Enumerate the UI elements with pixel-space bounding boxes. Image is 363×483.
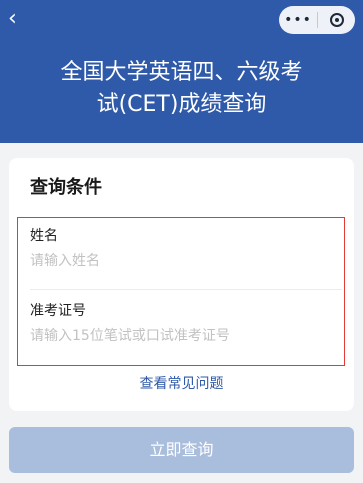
mini-program-capsule: ••• [279,6,355,34]
page-title: 全国大学英语四、六级考 试(CET)成绩查询 [0,57,363,121]
faq-link[interactable]: 查看常见问题 [9,374,354,394]
target-dot [334,18,339,22]
target-circle-icon[interactable] [318,6,355,34]
header-bar: ‹ ••• 全国大学英语四、六级考 试(CET)成绩查询 [0,0,363,143]
query-submit-button[interactable]: 立即查询 [9,427,354,473]
exam-number-label: 准考证号 [30,303,86,319]
exam-number-input[interactable] [30,325,330,347]
page-title-line2: 试(CET)成绩查询 [96,92,267,117]
query-card: 查询条件 姓名 准考证号 查看常见问题 [9,158,354,411]
name-label: 姓名 [30,228,58,244]
query-form: 姓名 准考证号 [17,217,345,366]
card-title: 查询条件 [30,177,102,198]
field-divider [30,289,342,290]
name-input[interactable] [30,250,330,272]
score-query-page: ‹ ••• 全国大学英语四、六级考 试(CET)成绩查询 查询条件 姓名 准考证… [0,0,363,483]
target-ring [329,13,344,27]
more-dots-icon[interactable]: ••• [279,6,317,34]
page-title-line1: 全国大学英语四、六级考 [60,60,303,85]
chevron-left-icon[interactable]: ‹ [8,8,30,30]
